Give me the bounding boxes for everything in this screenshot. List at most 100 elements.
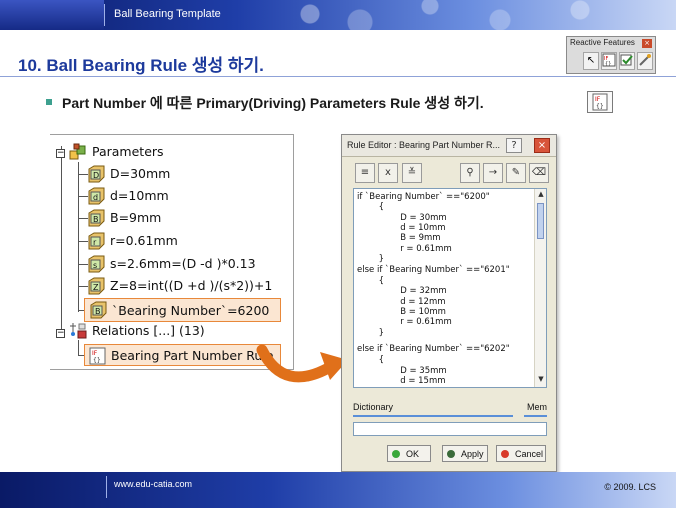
- footer-divider: [106, 476, 107, 498]
- tree-label: Z=8=int((D +d )/(s*2))+1: [110, 278, 273, 293]
- cancel-icon: [501, 450, 509, 458]
- code-line: D = 30mm: [357, 213, 447, 223]
- header-divider: [104, 4, 105, 26]
- parameter-icon: D: [86, 165, 106, 183]
- scroll-down-icon[interactable]: ▼: [537, 375, 545, 385]
- tree-node-parameter[interactable]: s s=2.6mm=(D -d )*0.13: [86, 255, 286, 275]
- variable-icon[interactable]: x: [378, 163, 398, 183]
- function-icon[interactable]: ≚: [402, 163, 422, 183]
- tree-node-bearing-number[interactable]: B `Bearing Number`=6200: [84, 298, 281, 322]
- parameter-list-icon[interactable]: ≡: [355, 163, 375, 183]
- svg-text:{}: {}: [93, 357, 101, 364]
- curved-arrow-icon: [256, 344, 348, 383]
- code-line: d = 10mm: [357, 223, 446, 233]
- bullet-text: Part Number 에 따른 Primary(Driving) Parame…: [62, 95, 484, 111]
- code-line: D = 32mm: [357, 286, 447, 296]
- code-line: D = 35mm: [357, 366, 447, 376]
- pointer-icon[interactable]: ↖: [583, 52, 599, 70]
- reactive-features-toolbar: Reactive Features × ↖ IF{}: [566, 36, 656, 74]
- parameter-icon: B: [86, 209, 106, 227]
- tree-node-parameter[interactable]: B B=9mm: [86, 209, 266, 229]
- footer-copyright: © 2009. LCS: [604, 482, 656, 492]
- tree-node-parameter[interactable]: r r=0.61mm: [86, 232, 266, 252]
- svg-text:s: s: [93, 261, 97, 270]
- tree-label: Parameters: [92, 144, 164, 159]
- code-line: B = 10mm: [357, 307, 446, 317]
- apply-icon: [447, 450, 455, 458]
- members-label: Mem: [527, 402, 547, 412]
- insert-icon[interactable]: →: [483, 163, 503, 183]
- rule-code-editor[interactable]: if `Bearing Number` =="6200" { D = 30mm …: [353, 188, 547, 388]
- code-line: d = 12mm: [357, 297, 446, 307]
- search-icon[interactable]: ⚲: [460, 163, 480, 183]
- members-divider[interactable]: [524, 415, 547, 417]
- close-icon[interactable]: ×: [534, 138, 550, 153]
- code-line: B = 9mm: [357, 233, 441, 243]
- comment-icon[interactable]: ✎: [506, 163, 526, 183]
- parameter-icon: r: [86, 232, 106, 250]
- tree-label: Relations [...] (13): [92, 323, 205, 338]
- tree-node-parameter[interactable]: Z Z=8=int((D +d )/(s*2))+1: [86, 277, 291, 297]
- tree-node-relations[interactable]: Relations [...] (13): [68, 322, 228, 342]
- collapse-icon[interactable]: −: [56, 149, 65, 158]
- tree-label: B=9mm: [110, 210, 162, 225]
- relations-icon: [68, 322, 88, 340]
- svg-text:{}: {}: [596, 103, 604, 110]
- header-left-block: [0, 0, 104, 30]
- svg-text:Z: Z: [93, 283, 99, 292]
- code-line: }: [357, 254, 385, 264]
- code-line: {: [357, 202, 385, 212]
- tree-node-parameter[interactable]: D D=30mm: [86, 165, 266, 185]
- header-bar: Ball Bearing Template: [0, 0, 676, 30]
- tree-label: d=10mm: [110, 188, 169, 203]
- rule-icon: IF {}: [587, 91, 613, 113]
- code-line: if `Bearing Number` =="6200": [357, 192, 490, 202]
- template-title: Ball Bearing Template: [114, 8, 221, 20]
- svg-text:d: d: [93, 193, 98, 202]
- svg-text:IF: IF: [595, 96, 601, 103]
- reactive-icons: ↖ IF{}: [583, 52, 653, 72]
- collapse-icon[interactable]: −: [56, 329, 65, 338]
- dictionary-row: Dictionary Mem: [353, 402, 547, 416]
- code-line: r = 0.61mm: [357, 244, 452, 254]
- header-decoration: [280, 0, 676, 30]
- svg-text:D: D: [93, 171, 99, 180]
- dialog-title: Rule Editor : Bearing Part Number R...: [347, 140, 501, 150]
- dictionary-field[interactable]: [353, 422, 547, 436]
- tree-spine: [78, 162, 79, 312]
- close-icon[interactable]: ×: [642, 39, 652, 48]
- scroll-up-icon[interactable]: ▲: [537, 190, 545, 200]
- parameters-icon: [68, 143, 88, 161]
- bullet-line: Part Number 에 따른 Primary(Driving) Parame…: [46, 93, 484, 113]
- svg-text:{}: {}: [605, 61, 611, 67]
- parameter-icon: B: [88, 301, 108, 319]
- cancel-label: Cancel: [515, 449, 544, 459]
- svg-text:IF: IF: [92, 350, 98, 357]
- tree-label: s=2.6mm=(D -d )*0.13: [110, 256, 256, 271]
- reaction-icon[interactable]: [637, 52, 653, 70]
- scrollbar-thumb[interactable]: [537, 203, 544, 239]
- page-title: 10. Ball Bearing Rule 생성 하기.: [18, 56, 264, 75]
- check-icon[interactable]: [619, 52, 635, 70]
- rule-icon: IF {}: [88, 347, 108, 365]
- eraser-icon[interactable]: ⌫: [529, 163, 549, 183]
- tree-label: `Bearing Number`=6200: [112, 303, 270, 318]
- rule-icon[interactable]: IF{}: [601, 52, 617, 70]
- tree-spine: [61, 146, 62, 334]
- ok-label: OK: [406, 449, 420, 459]
- cancel-button[interactable]: Cancel: [496, 445, 546, 462]
- apply-button[interactable]: Apply: [442, 445, 488, 462]
- code-line: d = 15mm: [357, 376, 446, 386]
- tree-spine: [78, 340, 79, 356]
- dictionary-label: Dictionary: [353, 402, 394, 412]
- tree-node-parameters[interactable]: Parameters: [68, 143, 188, 161]
- dictionary-divider[interactable]: [353, 415, 513, 417]
- code-line: {: [357, 276, 385, 286]
- code-line: {: [357, 355, 385, 365]
- tree-node-parameter[interactable]: d d=10mm: [86, 187, 266, 207]
- code-line: }: [357, 328, 385, 338]
- help-icon[interactable]: ?: [506, 138, 522, 153]
- vertical-scrollbar[interactable]: ▲ ▼: [534, 189, 546, 387]
- ok-button[interactable]: OK: [387, 445, 431, 462]
- tree-node-rule[interactable]: IF {} Bearing Part Number Rule: [84, 344, 281, 366]
